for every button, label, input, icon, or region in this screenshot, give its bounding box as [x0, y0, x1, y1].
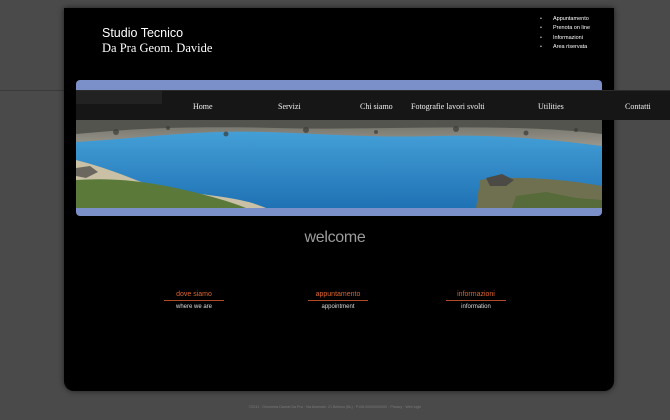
- top-links: Appuntamento Prenota on line Informazion…: [540, 15, 590, 52]
- brand-line-2: Da Pra Geom. Davide: [102, 41, 213, 55]
- feature-title: dove siamo: [176, 291, 212, 298]
- mountain-lake-photo: [76, 120, 602, 208]
- nav-chi-siamo[interactable]: Chi siamo: [360, 102, 393, 111]
- nav-utilities[interactable]: Utilities: [538, 102, 564, 111]
- nav-home[interactable]: Home: [193, 102, 213, 111]
- nav-servizi[interactable]: Servizi: [278, 102, 301, 111]
- banner-photo: [76, 120, 602, 208]
- nav-fotografie[interactable]: Fotografie lavori svolti: [411, 102, 485, 111]
- feature-title: informazioni: [457, 291, 495, 298]
- feature-divider: [446, 300, 506, 301]
- nav-contatti[interactable]: Contatti: [625, 102, 651, 111]
- feature-appuntamento[interactable]: appuntamento appointment: [303, 291, 373, 310]
- brand-line-1: Studio Tecnico: [102, 26, 184, 40]
- nav-shade: [76, 91, 162, 104]
- feature-divider: [308, 300, 368, 301]
- feature-dove-siamo[interactable]: dove siamo where we are: [159, 291, 229, 310]
- feature-subtitle: information: [461, 304, 491, 310]
- banner-top-border: [76, 80, 602, 90]
- main-nav: Home Servizi Chi siamo Fotografie lavori…: [76, 90, 670, 120]
- welcome-heading: welcome: [304, 229, 366, 246]
- top-link-appuntamento[interactable]: Appuntamento: [540, 15, 590, 24]
- feature-informazioni[interactable]: informazioni information: [441, 291, 511, 310]
- footer-text: ©2011 · Geometra Davide Da Pra · Via Ars…: [248, 405, 422, 409]
- top-link-area-riservata[interactable]: Area riservata: [540, 43, 590, 52]
- site-brand[interactable]: Studio Tecnico Da Pra Geom. Davide: [102, 26, 212, 56]
- feature-subtitle: appointment: [321, 304, 355, 310]
- top-link-prenota[interactable]: Prenota on line: [540, 24, 590, 33]
- feature-title: appuntamento: [315, 291, 361, 298]
- feature-subtitle: where we are: [175, 304, 213, 310]
- top-link-informazioni[interactable]: Informazioni: [540, 34, 590, 43]
- feature-divider: [164, 300, 224, 301]
- banner-bottom-border: [76, 208, 602, 216]
